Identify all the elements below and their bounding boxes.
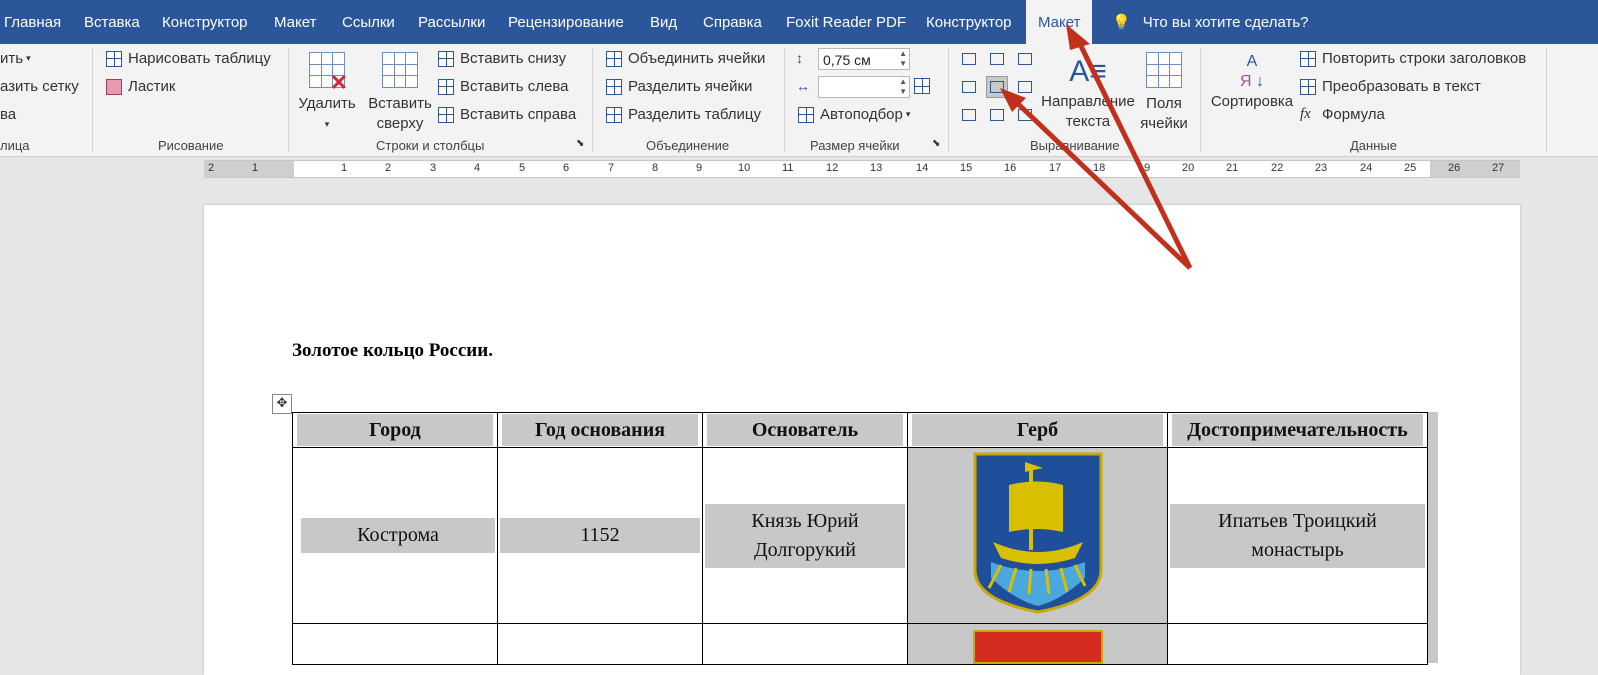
arrowhead-icon [1066, 24, 1090, 50]
annotation-arrows [1000, 24, 1193, 270]
arrow-to-layout-tab [1075, 38, 1193, 270]
arrow-to-align-center [1012, 98, 1192, 270]
